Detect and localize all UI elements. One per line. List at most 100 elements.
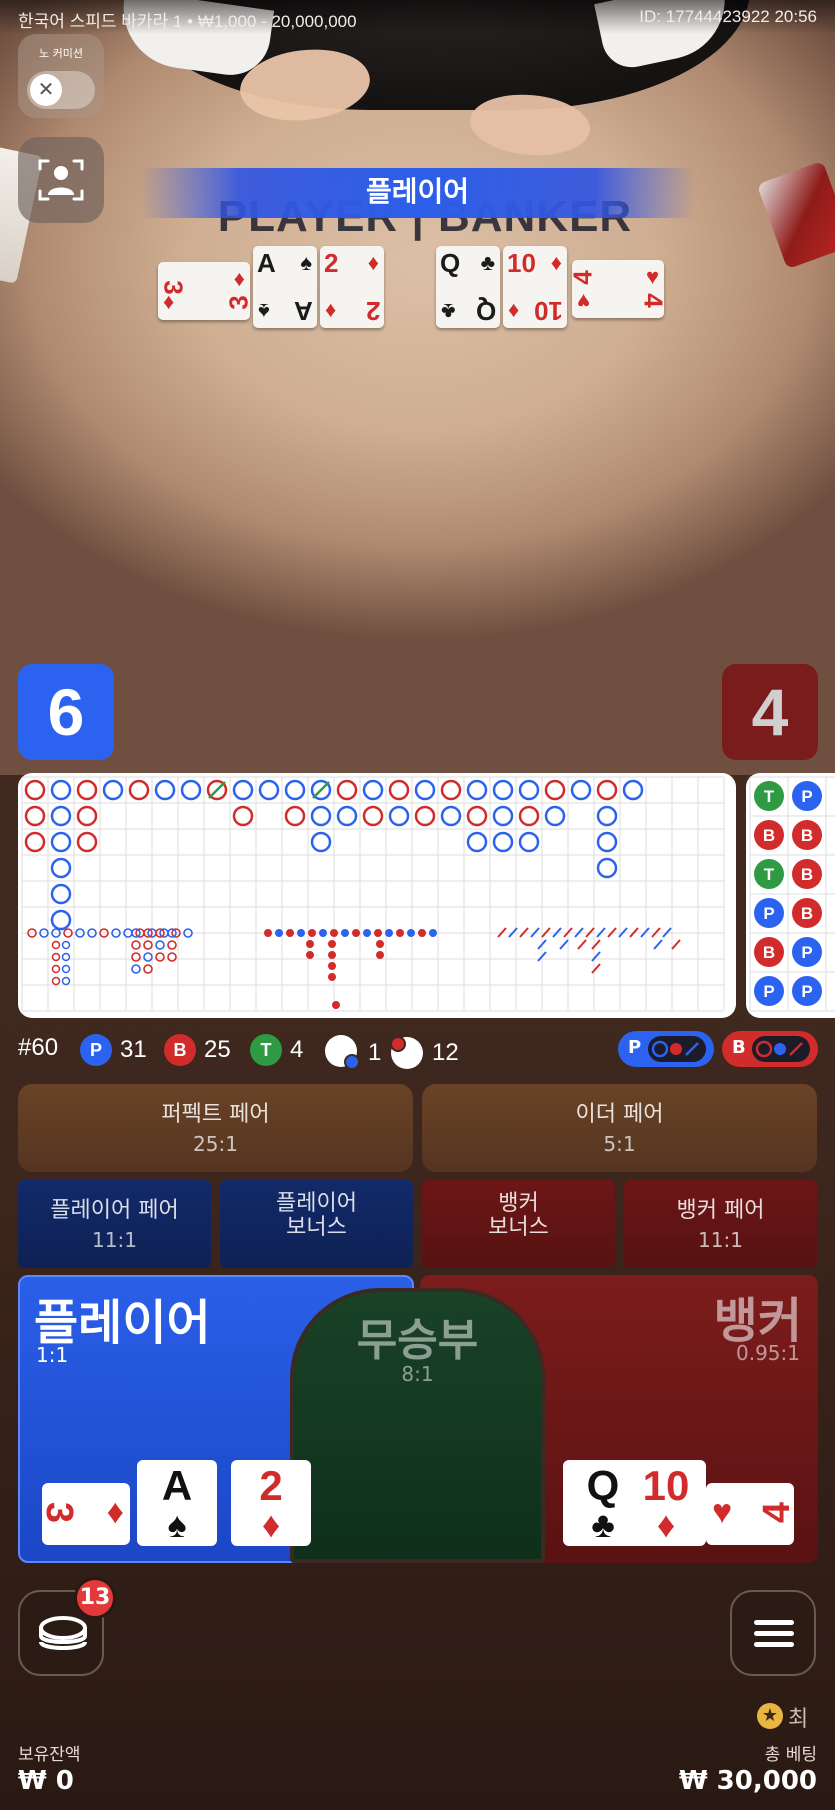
bead-road-label: B (801, 826, 813, 845)
prediction-road-icon (651, 1040, 699, 1058)
banker-bonus-bet[interactable]: 뱅커 보너스 (422, 1180, 615, 1268)
big-road-mark (24, 805, 46, 827)
favorite-label[interactable]: 최 (788, 1701, 808, 1733)
card-suit: ♦ (508, 299, 520, 324)
round-number: #60 (18, 1034, 58, 1062)
big-road-mark (284, 805, 306, 827)
card-suit: ♠ (167, 1504, 187, 1545)
bet-odds: 11:1 (92, 1228, 137, 1252)
prediction-icons (752, 1036, 810, 1062)
small-road-mark (328, 951, 336, 959)
big-road-mark (310, 805, 332, 827)
big-eye-road-mark (61, 940, 71, 950)
scoreboard-roadmap[interactable] (18, 773, 736, 1018)
big-road-mark (518, 805, 540, 827)
big-eye-road-mark (143, 964, 153, 974)
big-road-mark (466, 805, 488, 827)
small-road-mark (319, 929, 327, 937)
small-road-mark (330, 929, 338, 937)
player-bonus-bet[interactable]: 플레이어 보너스 (220, 1180, 413, 1268)
player-card: A ♠ (137, 1460, 217, 1546)
table-card: Q ♣ ♣ Q (436, 246, 500, 328)
bead-road[interactable]: T P B B T B P B B P P P (746, 773, 835, 1018)
card-suit: ♣ (441, 299, 456, 324)
player-score: 6 (18, 664, 114, 760)
cockroach-road-mark (559, 939, 569, 950)
big-road-mark (50, 857, 72, 879)
tie-bet[interactable]: 무승부 8:1 (290, 1288, 545, 1563)
big-road-mark (76, 831, 98, 853)
either-pair-bet[interactable]: 이더 페어 5:1 (422, 1084, 817, 1172)
big-road-mark (362, 805, 384, 827)
star-icon[interactable]: ★ (757, 1703, 783, 1729)
big-road-mark (596, 805, 618, 827)
player-pair-icon (325, 1035, 360, 1070)
small-road-mark (376, 951, 384, 959)
big-road-mark (440, 779, 462, 801)
player-pair-bet[interactable]: 플레이어 페어 11:1 (18, 1180, 211, 1268)
cockroach-road-mark (591, 951, 601, 962)
big-road-mark (180, 779, 202, 801)
small-road-mark (306, 951, 314, 959)
big-road-mark (232, 805, 254, 827)
player-pair-count: 1 (324, 1034, 381, 1072)
card-suit: ♦ (325, 299, 337, 324)
cockroach-road-mark (671, 939, 681, 950)
close-icon[interactable]: ✕ (30, 74, 62, 106)
big-road-mark (128, 779, 150, 801)
player-badge-icon: P (80, 1034, 112, 1066)
card-suit: ♦ (233, 266, 245, 291)
banker-card: ♥ 4 (706, 1483, 798, 1545)
tie-count-value: 4 (290, 1036, 304, 1063)
bet-name: 무승부 (356, 1315, 479, 1366)
small-road-mark (328, 973, 336, 981)
card-rank: Q (475, 296, 496, 326)
card-rank: 2 (365, 296, 380, 326)
banker-score: 4 (722, 664, 818, 760)
card-suit: ♦ (106, 1493, 124, 1531)
banker-next-prediction[interactable]: B (722, 1031, 818, 1067)
card-suit: ♦ (163, 291, 175, 316)
perfect-pair-bet[interactable]: 퍼펙트 페어 25:1 (18, 1084, 413, 1172)
bet-odds: 25:1 (193, 1132, 238, 1156)
toggle-track[interactable]: ✕ (27, 71, 95, 109)
card-suit: ♥ (577, 289, 591, 314)
bead-road-label: B (763, 943, 775, 962)
card-rank: 4 (638, 293, 669, 308)
card-rank: 4 (567, 270, 598, 285)
big-road-mark (570, 779, 592, 801)
card-suit: ♦ (656, 1504, 676, 1545)
big-road-mark (284, 779, 306, 801)
big-eye-road-mark (51, 940, 61, 950)
big-road-mark (76, 805, 98, 827)
big-road-mark (336, 805, 358, 827)
no-commission-toggle[interactable]: 노 커미션 ✕ (18, 34, 104, 118)
big-road-mark (232, 779, 254, 801)
no-commission-label: 노 커미션 (39, 47, 83, 60)
portrait-mode-button[interactable] (18, 137, 104, 223)
big-road-mark (414, 779, 436, 801)
banker-wins-count: 25 (204, 1036, 231, 1063)
player-next-prediction[interactable]: P (618, 1031, 714, 1067)
bead-road-label: T (764, 787, 775, 806)
big-eye-road-mark (61, 976, 71, 986)
card-rank: 2 (259, 1462, 283, 1509)
card-rank: A (257, 248, 276, 278)
cockroach-road-mark (591, 939, 601, 950)
banker-pair-bet[interactable]: 뱅커 페어 11:1 (624, 1180, 817, 1268)
cockroach-road-mark (577, 939, 587, 950)
big-road-mark (50, 883, 72, 905)
small-road-mark (308, 929, 316, 937)
big-road-mark (24, 779, 46, 801)
card-suit: ♦ (550, 250, 562, 275)
result-banner: 플레이어 (140, 168, 695, 218)
menu-button[interactable] (730, 1590, 816, 1676)
card-rank: A (161, 1462, 193, 1509)
balance-label: 보유잔액 (18, 1745, 81, 1765)
player-wins-count: 31 (120, 1036, 147, 1063)
balance-value: ₩ 0 (18, 1766, 74, 1796)
big-road-mark (50, 909, 72, 931)
big-eye-road-mark (61, 964, 71, 974)
bet-name: 퍼펙트 페어 (161, 1102, 270, 1127)
bet-odds: 1:1 (36, 1343, 69, 1367)
